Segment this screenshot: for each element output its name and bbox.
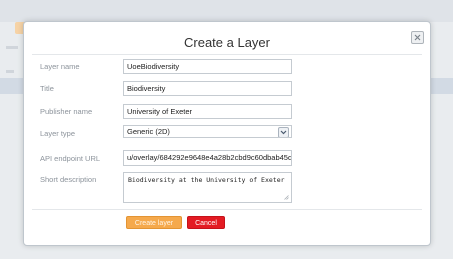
layer-name-input[interactable]: UoeBiodiversity — [123, 59, 292, 74]
title-input[interactable]: Biodiversity — [123, 81, 292, 96]
background-line — [6, 46, 18, 49]
resize-grip-icon[interactable] — [284, 195, 289, 200]
create-layer-button[interactable]: Create layer — [126, 216, 182, 229]
api-endpoint-input[interactable]: u/overlay/684292e9648e4a28b2cbd9c60dbab4… — [123, 150, 292, 166]
header-divider — [32, 54, 422, 55]
cancel-button[interactable]: Cancel — [187, 216, 225, 229]
create-layer-dialog: Create a Layer Layer name UoeBiodiversit… — [23, 21, 431, 246]
short-description-label: Short description — [40, 175, 97, 184]
background-nav-bar — [0, 0, 453, 22]
short-description-text: Biodiversity at the University of Exeter — [128, 176, 285, 184]
layer-name-label: Layer name — [40, 62, 80, 71]
layer-type-value: Generic (2D) — [127, 127, 170, 136]
layer-type-label: Layer type — [40, 129, 76, 138]
api-endpoint-label: API endpoint URL — [40, 154, 101, 163]
footer-divider — [32, 209, 422, 210]
chevron-down-icon — [278, 127, 289, 137]
close-icon[interactable] — [411, 31, 424, 44]
dialog-title: Create a Layer — [184, 35, 270, 50]
layer-type-select[interactable]: Generic (2D) — [123, 125, 292, 138]
background-line — [6, 70, 14, 73]
publisher-name-label: Publisher name — [40, 107, 93, 116]
short-description-textarea[interactable]: Biodiversity at the University of Exeter — [123, 172, 292, 203]
title-label: Title — [40, 84, 54, 93]
publisher-name-input[interactable]: University of Exeter — [123, 104, 292, 119]
